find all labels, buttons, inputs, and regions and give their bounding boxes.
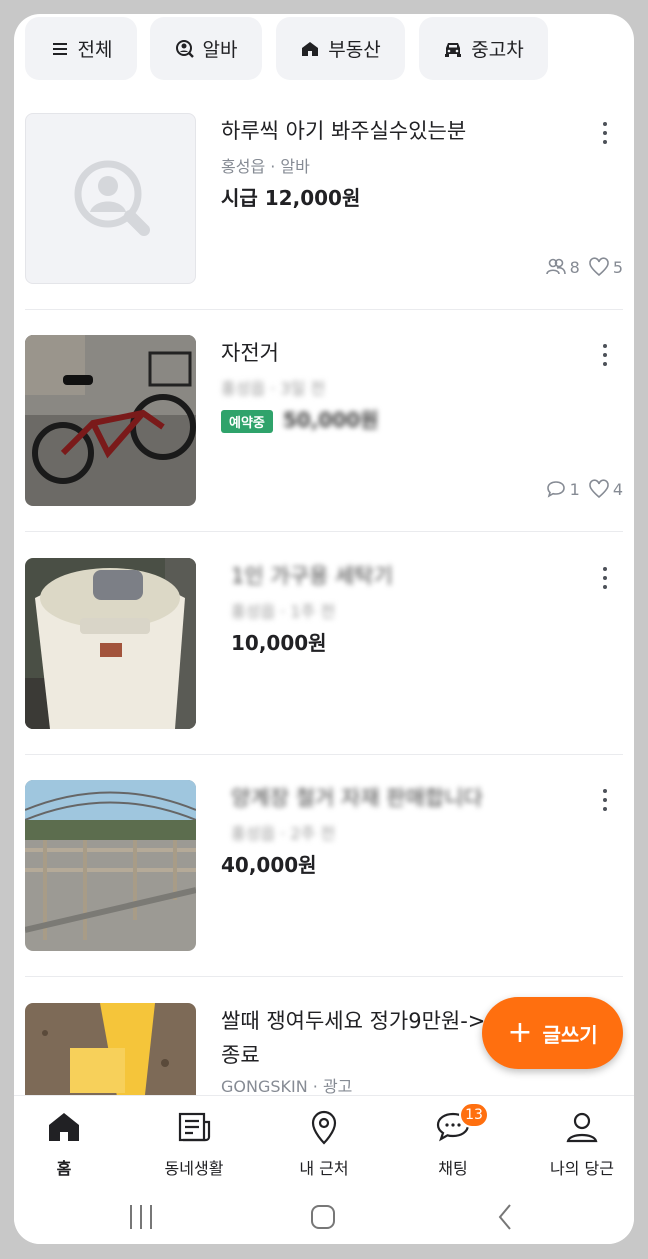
nav-label: 채팅 bbox=[438, 1159, 468, 1178]
plus-icon: + bbox=[507, 1015, 533, 1050]
write-post-button[interactable]: + 글쓰기 bbox=[482, 997, 623, 1069]
divider bbox=[25, 531, 623, 532]
chat-count: 8 bbox=[569, 257, 580, 277]
item-meta: 홍성읍 · 1주 전 bbox=[231, 602, 336, 621]
house-icon bbox=[302, 41, 319, 56]
bicycle-photo bbox=[25, 335, 196, 506]
newspaper-icon bbox=[178, 1112, 211, 1142]
bottom-navigation: 홈 동네생활 내 근처 13 채팅 나의 당근 bbox=[14, 1095, 634, 1191]
nav-chat[interactable]: 13 채팅 bbox=[398, 1102, 508, 1179]
item-meta: 홍성읍 · 2주 전 bbox=[231, 824, 336, 843]
nav-nearby[interactable]: 내 근처 bbox=[269, 1108, 379, 1179]
item-price: 10,000원 bbox=[231, 631, 327, 655]
list-item[interactable]: 1인 가구용 세탁기 홍성읍 · 1주 전 10,000원 bbox=[25, 558, 623, 780]
item-title: 1인 가구용 세탁기 bbox=[231, 564, 393, 588]
heart-icon bbox=[589, 257, 609, 277]
item-stats: 1 4 bbox=[545, 479, 623, 499]
chip-used-cars[interactable]: 중고차 bbox=[419, 17, 548, 80]
washing-machine-photo bbox=[25, 558, 196, 729]
job-search-icon bbox=[175, 39, 194, 58]
nav-neighborhood[interactable]: 동네생활 bbox=[139, 1108, 249, 1179]
chip-label: 부동산 bbox=[328, 39, 381, 61]
app-screen: 전체 알바 부동산 중고차 하루씩 아기 봐주실수있는분 홍성읍 · 알바 시급… bbox=[14, 14, 634, 1244]
people-icon bbox=[545, 258, 566, 275]
more-options-button[interactable] bbox=[595, 341, 615, 369]
reserved-badge: 예약중 bbox=[221, 410, 273, 433]
sunscreen-ad-photo bbox=[25, 1003, 196, 1095]
more-options-button[interactable] bbox=[595, 564, 615, 592]
home-button-icon[interactable] bbox=[309, 1203, 337, 1231]
recent-apps-icon[interactable] bbox=[127, 1203, 155, 1231]
item-meta: 홍성읍 · 3일 전 bbox=[221, 379, 326, 398]
divider bbox=[25, 976, 623, 977]
list-item[interactable]: 자전거 홍성읍 · 3일 전 예약중 50,000원 1 4 bbox=[25, 335, 623, 557]
list-item[interactable]: 양계장 철거 자재 판매합니다 홍성읍 · 2주 전 40,000원 bbox=[25, 780, 623, 1002]
item-title-line1: 쌀때 쟁여두세요 정가9만원->9 bbox=[221, 1009, 499, 1033]
nav-label: 동네생활 bbox=[164, 1159, 224, 1178]
greenhouse-photo bbox=[25, 780, 196, 951]
item-title-line2: 종료 bbox=[221, 1043, 260, 1067]
placeholder-thumbnail bbox=[25, 113, 196, 284]
item-title: 하루씩 아기 봐주실수있는분 bbox=[221, 119, 467, 143]
item-meta: GONGSKIN · 광고 bbox=[221, 1077, 353, 1095]
profile-icon bbox=[566, 1112, 598, 1143]
chip-jobs[interactable]: 알바 bbox=[150, 17, 262, 80]
back-icon[interactable] bbox=[492, 1203, 520, 1231]
divider bbox=[25, 754, 623, 755]
list-item[interactable]: 하루씩 아기 봐주실수있는분 홍성읍 · 알바 시급 12,000원 8 5 bbox=[25, 113, 623, 335]
chip-all[interactable]: 전체 bbox=[25, 17, 137, 80]
item-stats: 8 5 bbox=[545, 257, 623, 277]
nav-home[interactable]: 홈 bbox=[14, 1108, 119, 1179]
divider bbox=[25, 309, 623, 310]
chip-real-estate[interactable]: 부동산 bbox=[276, 17, 405, 80]
location-pin-icon bbox=[311, 1110, 337, 1145]
item-price: 50,000원 bbox=[282, 408, 379, 432]
chat-count: 1 bbox=[569, 479, 580, 499]
item-price: 40,000원 bbox=[221, 853, 317, 877]
like-count: 4 bbox=[612, 479, 623, 499]
chip-label: 전체 bbox=[77, 39, 113, 61]
nav-label: 나의 당근 bbox=[550, 1159, 614, 1178]
chip-label: 알바 bbox=[202, 39, 238, 61]
nav-my-page[interactable]: 나의 당근 bbox=[527, 1108, 634, 1179]
chip-label: 중고차 bbox=[471, 39, 524, 61]
more-options-button[interactable] bbox=[595, 119, 615, 147]
write-post-label: 글쓰기 bbox=[542, 1022, 598, 1047]
chat-bubble-icon bbox=[546, 481, 565, 498]
item-title: 양계장 철거 자재 판매합니다 bbox=[231, 786, 483, 810]
item-title: 자전거 bbox=[221, 341, 279, 365]
nav-label: 내 근처 bbox=[299, 1159, 349, 1178]
car-icon bbox=[445, 42, 462, 57]
more-options-button[interactable] bbox=[595, 786, 615, 814]
menu-icon bbox=[52, 42, 67, 55]
like-count: 5 bbox=[612, 257, 623, 277]
home-icon bbox=[49, 1113, 79, 1141]
chat-unread-badge: 13 bbox=[459, 1102, 489, 1128]
item-price-row: 예약중 50,000원 bbox=[221, 404, 378, 433]
item-price: 시급 12,000원 bbox=[221, 186, 361, 210]
job-placeholder-icon bbox=[74, 160, 150, 236]
system-navigation-bar bbox=[14, 1191, 634, 1244]
item-meta: 홍성읍 · 알바 bbox=[221, 157, 310, 176]
nav-label: 홈 bbox=[56, 1159, 72, 1178]
heart-icon bbox=[589, 479, 609, 499]
